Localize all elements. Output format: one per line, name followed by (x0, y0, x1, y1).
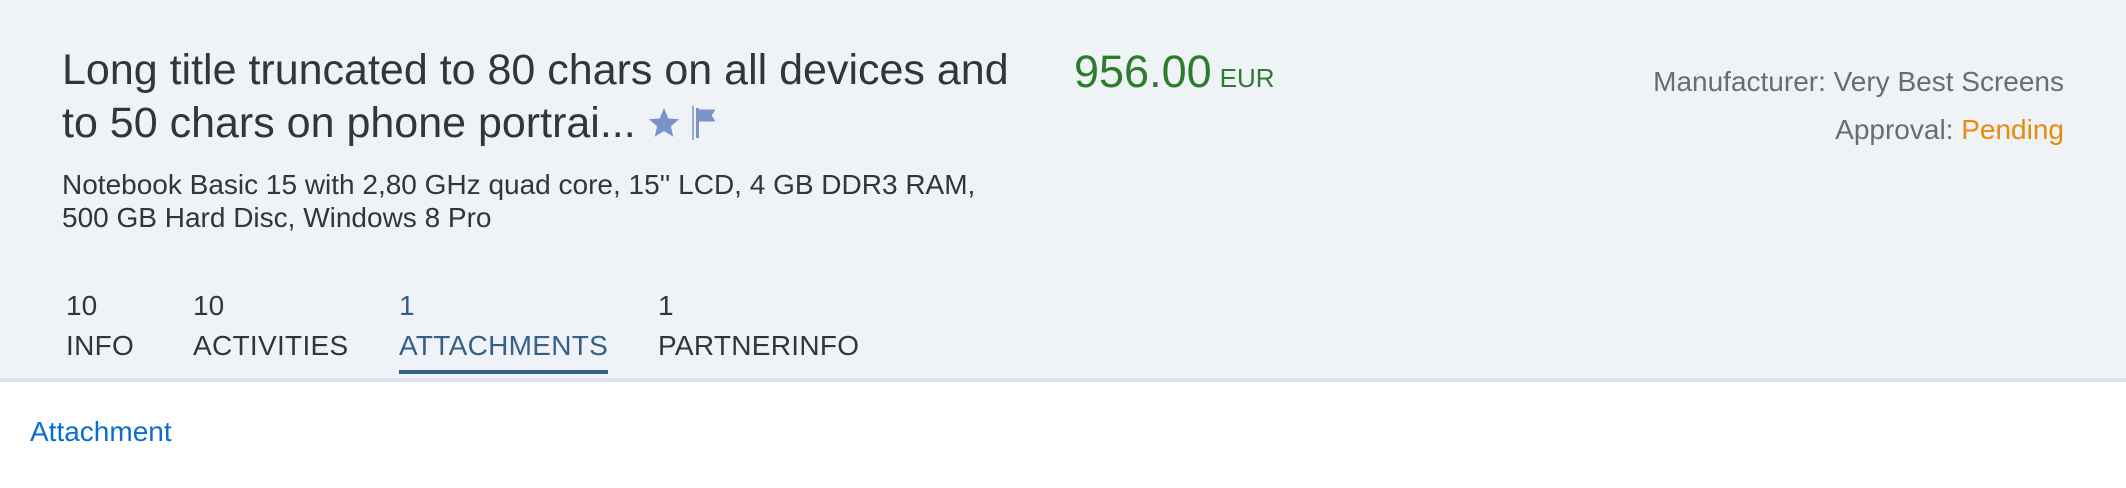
approval-status: Pending (1961, 114, 2064, 145)
manufacturer-value: Very Best Screens (1833, 66, 2064, 97)
manufacturer-attribute: Manufacturer: Very Best Screens (1653, 58, 2064, 106)
flag-icon[interactable] (694, 105, 722, 141)
tab-activities[interactable]: 10 ACTIVITIES (193, 286, 348, 366)
price: 956.00 EUR (1074, 44, 1275, 100)
tab-label: ATTACHMENTS (399, 330, 609, 361)
price-currency: EUR (1219, 63, 1275, 93)
manufacturer-label: Manufacturer: (1653, 66, 1826, 97)
object-subtitle: Notebook Basic 15 with 2,80 GHz quad cor… (62, 169, 976, 233)
attachment-link[interactable]: Attachment (30, 416, 172, 448)
approval-label: Approval: (1835, 114, 1954, 145)
star-icon[interactable] (646, 105, 682, 141)
tab-count: 10 (193, 290, 225, 321)
tab-bar-divider (0, 378, 2126, 382)
tab-count: 1 (658, 290, 674, 321)
object-title: Long title truncated to 80 chars on all … (62, 44, 1022, 150)
tab-label: PARTNERINFO (658, 330, 860, 361)
price-amount: 956.00 (1074, 46, 1212, 97)
title-icons (646, 105, 722, 141)
tab-label: ACTIVITIES (193, 330, 349, 361)
tab-label: INFO (66, 330, 135, 361)
tab-info[interactable]: 10 INFO (66, 286, 134, 366)
tab-attachments[interactable]: 1 ATTACHMENTS (399, 286, 609, 374)
object-title-text: Long title truncated to 80 chars on all … (62, 46, 1009, 147)
tab-count: 1 (399, 290, 415, 321)
header-attributes: Manufacturer: Very Best Screens Approval… (1653, 58, 2064, 154)
tab-partnerinfo[interactable]: 1 PARTNERINFO (658, 286, 859, 366)
approval-attribute: Approval: Pending (1653, 106, 2064, 154)
tab-count: 10 (66, 290, 98, 321)
object-header: Long title truncated to 80 chars on all … (0, 0, 2126, 378)
